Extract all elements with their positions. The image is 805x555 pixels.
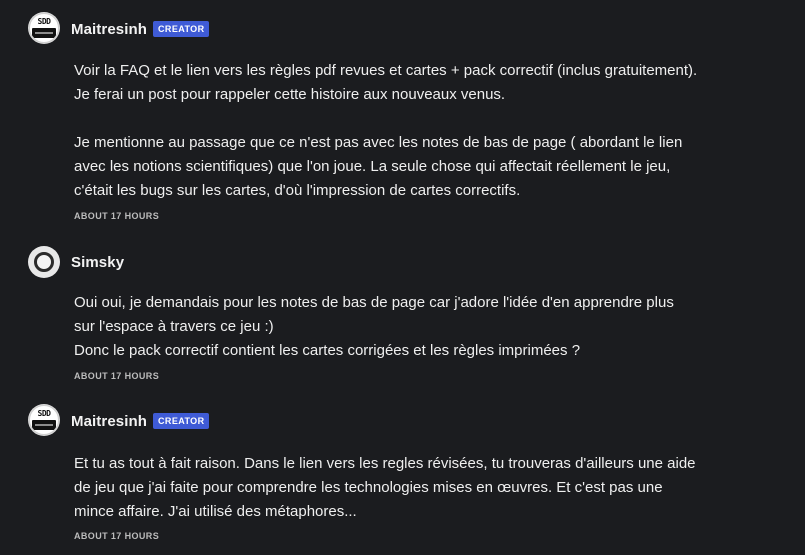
author-line: Simsky <box>71 252 124 272</box>
author-line: Maitresinh CREATOR <box>71 411 210 431</box>
logo-bar <box>32 420 56 430</box>
author-line: Maitresinh CREATOR <box>71 19 210 39</box>
author-name[interactable]: Maitresinh <box>71 413 147 430</box>
ring-shape <box>34 252 54 272</box>
comment-line: mince affaire. J'ai utilisé des métaphor… <box>74 503 357 520</box>
author-name[interactable]: Simsky <box>71 254 124 271</box>
logo-bar <box>32 28 56 38</box>
comment-line: sur l'espace à travers ce jeu :) <box>74 318 274 335</box>
comment-line: Je ferai un post pour rappeler cette his… <box>74 86 506 103</box>
comment-line: Et tu as tout à fait raison. Dans le lie… <box>74 455 696 472</box>
comment-line: avec les notions scientifiques) que l'on… <box>74 158 671 175</box>
creator-badge: CREATOR <box>153 21 210 37</box>
sdd-logo-avatar-icon: SDD <box>29 405 59 435</box>
logo-mark: SDD <box>37 409 51 418</box>
comment-body: Et tu as tout à fait raison. Dans le lie… <box>74 452 774 524</box>
comment-line: c'était les bugs sur les cartes, d'où l'… <box>74 182 521 199</box>
avatar[interactable]: SDD <box>28 404 60 436</box>
logo-mark: SDD <box>37 17 51 26</box>
sdd-logo-avatar-icon: SDD <box>29 13 59 43</box>
comment-line: de jeu que j'ai faite pour comprendre le… <box>74 479 663 496</box>
author-name[interactable]: Maitresinh <box>71 21 147 38</box>
avatar[interactable]: SDD <box>28 12 60 44</box>
comment-line: Voir la FAQ et le lien vers les règles p… <box>74 62 698 79</box>
comment-line: Oui oui, je demandais pour les notes de … <box>74 294 674 311</box>
creator-badge: CREATOR <box>153 413 210 429</box>
comment-timestamp[interactable]: ABOUT 17 HOURS <box>74 371 159 381</box>
comment-timestamp[interactable]: ABOUT 17 HOURS <box>74 211 159 221</box>
ring-avatar-icon <box>29 247 59 277</box>
comment-line: Donc le pack correctif contient les cart… <box>74 342 581 359</box>
avatar[interactable] <box>28 246 60 278</box>
comment-body: Voir la FAQ et le lien vers les règles p… <box>74 59 774 203</box>
comment-timestamp[interactable]: ABOUT 17 HOURS <box>74 531 159 541</box>
comment-line: Je mentionne au passage que ce n'est pas… <box>74 134 683 151</box>
comment-body: Oui oui, je demandais pour les notes de … <box>74 291 774 363</box>
